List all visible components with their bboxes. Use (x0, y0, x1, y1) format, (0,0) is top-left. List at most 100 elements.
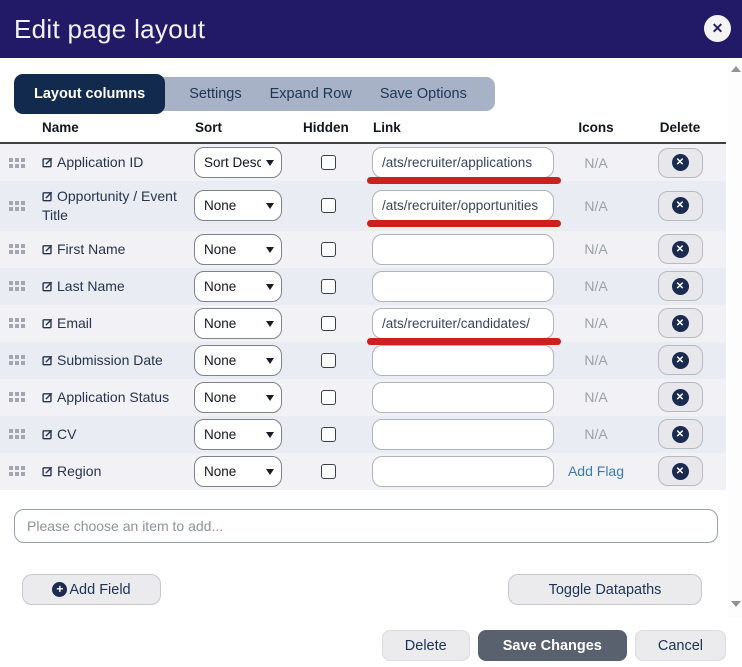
sort-select-wrap: None (194, 344, 282, 376)
drag-handle-icon[interactable] (9, 318, 25, 329)
table-row: First Name None N/A ✕ (0, 230, 726, 268)
tab-group: Settings Expand Row Save Options (153, 77, 495, 111)
hidden-cell (296, 425, 360, 443)
hidden-cell (296, 314, 360, 332)
sort-dropdown[interactable]: None (194, 270, 282, 302)
delete-x-icon: ✕ (671, 462, 689, 480)
delete-row-button[interactable]: ✕ (657, 345, 703, 376)
column-header-delete: Delete (659, 120, 701, 135)
drag-handle-icon[interactable] (9, 355, 25, 366)
hidden-checkbox[interactable] (320, 389, 336, 405)
table-row: Last Name None N/A ✕ (0, 267, 726, 305)
field-name-label: Application Status (34, 382, 186, 413)
tab-layout-columns[interactable]: Layout columns (14, 74, 166, 114)
sort-dropdown[interactable]: None (194, 381, 282, 413)
table-row: Application ID Sort Descending N/A ✕ (0, 144, 726, 184)
drag-handle-icon[interactable] (9, 466, 25, 477)
red-underline-annotation (367, 337, 561, 345)
red-underline-annotation (367, 220, 561, 228)
sort-dropdown[interactable]: None (194, 190, 282, 222)
sort-select-wrap: None (194, 233, 282, 265)
delete-row-button[interactable]: ✕ (657, 308, 703, 339)
drag-handle-icon[interactable] (9, 429, 25, 440)
sort-dropdown[interactable]: Sort Descending (194, 147, 282, 178)
sort-select-wrap: Sort Descending (194, 147, 282, 178)
link-cell (360, 144, 561, 184)
delete-button[interactable]: Delete (381, 630, 470, 661)
delete-row-button[interactable]: ✕ (657, 456, 703, 487)
scroll-up-icon[interactable] (731, 66, 741, 72)
link-input[interactable] (372, 344, 554, 376)
hidden-cell (296, 277, 360, 295)
table-body: Application ID Sort Descending N/A ✕ (0, 144, 726, 490)
drag-handle-icon[interactable] (9, 157, 25, 168)
hidden-checkbox[interactable] (320, 426, 336, 442)
link-input[interactable] (372, 270, 554, 302)
delete-row-button[interactable]: ✕ (657, 382, 703, 413)
hidden-checkbox[interactable] (320, 154, 336, 170)
sort-select-wrap: None (194, 307, 282, 339)
sort-dropdown[interactable]: None (194, 307, 282, 339)
delete-row-button[interactable]: ✕ (657, 271, 703, 302)
hidden-cell (296, 154, 360, 172)
field-name-label: Submission Date (34, 345, 186, 376)
hidden-cell (296, 240, 360, 258)
sort-select-wrap: None (194, 455, 282, 487)
drag-handle-icon[interactable] (9, 392, 25, 403)
icons-cell: N/A (584, 197, 608, 214)
tab-settings[interactable]: Settings (175, 86, 255, 102)
cancel-button[interactable]: Cancel (634, 630, 726, 661)
drag-handle-icon[interactable] (9, 244, 25, 255)
sort-dropdown[interactable]: None (194, 233, 282, 265)
header-spacer (0, 120, 34, 135)
link-input[interactable] (372, 455, 554, 487)
save-changes-button[interactable]: Save Changes (477, 630, 627, 661)
link-input[interactable] (372, 418, 554, 450)
link-input[interactable] (372, 307, 554, 339)
hidden-checkbox[interactable] (320, 463, 336, 479)
tab-expand-row[interactable]: Expand Row (256, 86, 366, 102)
sort-dropdown[interactable]: None (194, 418, 282, 450)
link-cell (360, 187, 561, 228)
tab-bar: Layout columns Settings Expand Row Save … (14, 74, 495, 114)
delete-x-icon: ✕ (671, 277, 689, 295)
add-item-input[interactable] (14, 509, 718, 543)
modal-footer: Delete Save Changes Cancel (381, 630, 726, 661)
scroll-down-icon[interactable] (731, 601, 741, 607)
link-input[interactable] (372, 381, 554, 413)
field-name-label: Last Name (34, 271, 186, 302)
close-icon[interactable]: ✕ (704, 15, 731, 42)
hidden-checkbox[interactable] (320, 278, 336, 294)
sort-dropdown[interactable]: None (194, 455, 282, 487)
delete-row-button[interactable]: ✕ (657, 234, 703, 265)
edit-icon (42, 244, 53, 255)
red-underline-annotation (367, 177, 561, 184)
column-header-sort: Sort (195, 120, 222, 135)
hidden-checkbox[interactable] (320, 315, 336, 331)
add-flag-link[interactable]: Add Flag (556, 463, 636, 479)
icons-cell: N/A (584, 389, 608, 406)
delete-row-button[interactable]: ✕ (657, 190, 703, 221)
link-input[interactable] (372, 190, 554, 222)
link-input[interactable] (372, 147, 554, 178)
icons-cell: N/A (584, 154, 608, 171)
drag-handle-icon[interactable] (9, 281, 25, 292)
link-cell (360, 379, 556, 416)
icons-cell: N/A (584, 352, 608, 369)
add-field-button[interactable]: + Add Field (22, 574, 161, 605)
hidden-checkbox[interactable] (320, 241, 336, 257)
vertical-scrollbar[interactable] (728, 58, 742, 619)
hidden-checkbox[interactable] (320, 198, 336, 214)
hidden-cell (296, 197, 360, 215)
toggle-datapaths-button[interactable]: Toggle Datapaths (508, 574, 702, 605)
delete-row-button[interactable]: ✕ (657, 419, 703, 450)
delete-cell: ✕ (636, 147, 724, 178)
sort-dropdown[interactable]: None (194, 344, 282, 376)
link-input[interactable] (372, 233, 554, 265)
field-name-label: Region (34, 456, 186, 487)
hidden-checkbox[interactable] (320, 352, 336, 368)
drag-handle-icon[interactable] (9, 200, 25, 211)
tab-save-options[interactable]: Save Options (366, 86, 481, 102)
delete-cell: ✕ (636, 308, 724, 339)
delete-row-button[interactable]: ✕ (657, 147, 703, 178)
